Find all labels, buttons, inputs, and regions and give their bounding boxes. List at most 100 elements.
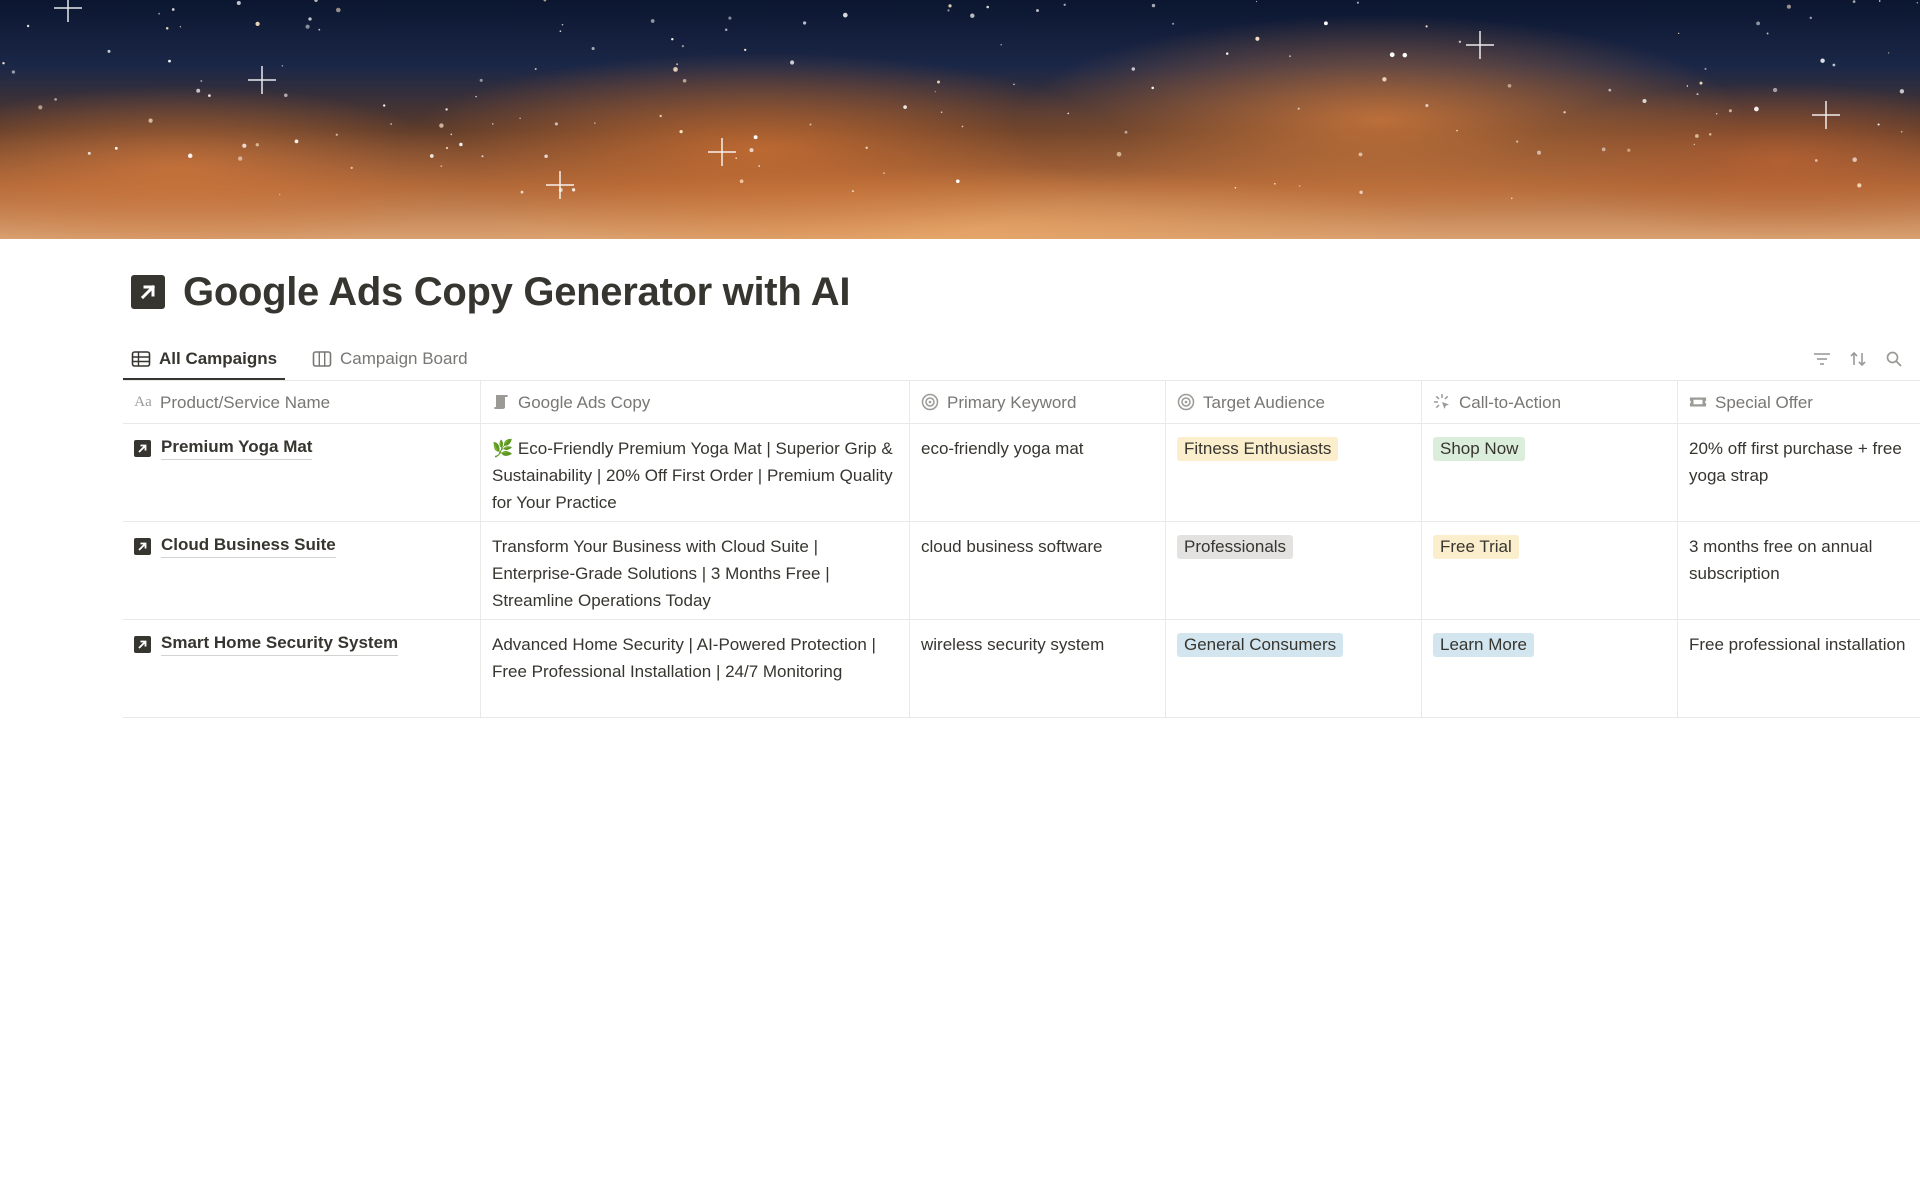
- arrow-up-right-square-icon[interactable]: [131, 275, 165, 309]
- star: [1852, 157, 1857, 162]
- star: [208, 94, 211, 97]
- audience-cell[interactable]: Professionals: [1166, 522, 1422, 619]
- star: [520, 190, 524, 194]
- star: [1516, 140, 1519, 143]
- star: [519, 117, 521, 119]
- star: [947, 9, 950, 12]
- star: [842, 12, 848, 18]
- star: [38, 105, 43, 110]
- star: [236, 0, 241, 6]
- table-icon: [131, 351, 151, 367]
- star: [1358, 152, 1363, 157]
- star: [1715, 112, 1718, 115]
- star: [749, 148, 754, 153]
- product-name[interactable]: Cloud Business Suite: [161, 533, 336, 558]
- bright-star: [1812, 101, 1840, 129]
- star: [744, 48, 747, 52]
- cover-image: [0, 0, 1920, 239]
- star: [294, 139, 299, 144]
- product-name-cell[interactable]: Cloud Business Suite: [123, 522, 481, 619]
- star: [1507, 83, 1512, 88]
- star: [554, 122, 558, 126]
- star: [314, 0, 318, 2]
- tab-campaign-board[interactable]: Campaign Board: [304, 340, 476, 378]
- star: [87, 151, 91, 155]
- ad-copy-text: Eco-Friendly Premium Yoga Mat | Superior…: [492, 439, 893, 512]
- product-name-cell[interactable]: Premium Yoga Mat: [123, 424, 481, 521]
- table-row[interactable]: Cloud Business Suite Transform Your Busi…: [123, 522, 1920, 620]
- star: [318, 28, 321, 31]
- column-header-ad-copy[interactable]: Google Ads Copy: [481, 381, 910, 423]
- column-header-cta[interactable]: Call-to-Action: [1422, 381, 1678, 423]
- table-row[interactable]: Premium Yoga Mat 🌿 Eco-Friendly Premium …: [123, 424, 1920, 522]
- ad-copy-cell[interactable]: Transform Your Business with Cloud Suite…: [481, 522, 910, 619]
- star: [1274, 183, 1276, 185]
- keyword-cell[interactable]: eco-friendly yoga mat: [910, 424, 1166, 521]
- star: [1067, 112, 1070, 115]
- star: [1878, 0, 1881, 2]
- star: [445, 108, 448, 111]
- leaf-emoji: 🌿: [492, 439, 514, 458]
- keyword-cell[interactable]: wireless security system: [910, 620, 1166, 717]
- star: [1627, 148, 1631, 152]
- column-header-audience[interactable]: Target Audience: [1166, 381, 1422, 423]
- audience-tag: General Consumers: [1177, 633, 1344, 657]
- star: [1832, 63, 1836, 67]
- star: [728, 16, 732, 20]
- star: [682, 79, 687, 83]
- star: [1686, 85, 1689, 87]
- ticket-icon: [1689, 393, 1707, 411]
- table-row[interactable]: Smart Home Security System Advanced Home…: [123, 620, 1920, 718]
- keyword-cell[interactable]: cloud business software: [910, 522, 1166, 619]
- sort-icon[interactable]: [1849, 350, 1867, 368]
- filter-icon[interactable]: [1813, 350, 1831, 368]
- product-name[interactable]: Premium Yoga Mat: [161, 435, 313, 460]
- star: [1786, 4, 1791, 9]
- star: [673, 67, 678, 72]
- star: [196, 88, 201, 93]
- cta-cell[interactable]: Free Trial: [1422, 522, 1678, 619]
- star: [1766, 32, 1769, 35]
- product-name[interactable]: Smart Home Security System: [161, 631, 399, 656]
- star: [561, 23, 564, 26]
- column-header-keyword[interactable]: Primary Keyword: [910, 381, 1166, 423]
- offer-cell[interactable]: 20% off first purchase + free yoga strap: [1678, 424, 1920, 521]
- search-icon[interactable]: [1885, 350, 1903, 368]
- tab-all-campaigns[interactable]: All Campaigns: [123, 340, 286, 380]
- star: [1809, 16, 1813, 20]
- column-label: Call-to-Action: [1459, 392, 1562, 412]
- column-header-name[interactable]: Aa Product/Service Name: [123, 381, 481, 423]
- star: [1000, 43, 1002, 46]
- star: [559, 30, 562, 33]
- scroll-icon: [492, 393, 510, 411]
- star: [308, 17, 312, 21]
- star: [54, 98, 57, 101]
- star: [445, 146, 449, 150]
- star: [676, 63, 678, 66]
- offer-cell[interactable]: 3 months free on annual subscription: [1678, 522, 1920, 619]
- star: [281, 65, 284, 67]
- cta-tag: Shop Now: [1433, 437, 1526, 461]
- target-icon: [1177, 393, 1195, 411]
- arrow-up-right-square-icon: [134, 538, 151, 555]
- star: [1116, 151, 1122, 157]
- star: [158, 12, 161, 15]
- star: [450, 133, 453, 136]
- product-name-cell[interactable]: Smart Home Security System: [123, 620, 481, 717]
- star: [481, 155, 484, 158]
- cta-cell[interactable]: Learn More: [1422, 620, 1678, 717]
- ad-copy-cell[interactable]: 🌿 Eco-Friendly Premium Yoga Mat | Superi…: [481, 424, 910, 521]
- view-tabs: All Campaigns Campaign Board: [123, 340, 1920, 380]
- star: [937, 80, 940, 84]
- audience-cell[interactable]: General Consumers: [1166, 620, 1422, 717]
- column-header-offer[interactable]: Special Offer: [1678, 381, 1920, 423]
- star: [1704, 67, 1707, 70]
- star: [1402, 52, 1408, 58]
- star: [1693, 143, 1695, 146]
- star: [1458, 40, 1462, 44]
- cta-cell[interactable]: Shop Now: [1422, 424, 1678, 521]
- ad-copy-cell[interactable]: Advanced Home Security | AI-Powered Prot…: [481, 620, 910, 717]
- audience-cell[interactable]: Fitness Enthusiasts: [1166, 424, 1422, 521]
- offer-cell[interactable]: Free professional installation: [1678, 620, 1920, 717]
- star: [883, 172, 885, 174]
